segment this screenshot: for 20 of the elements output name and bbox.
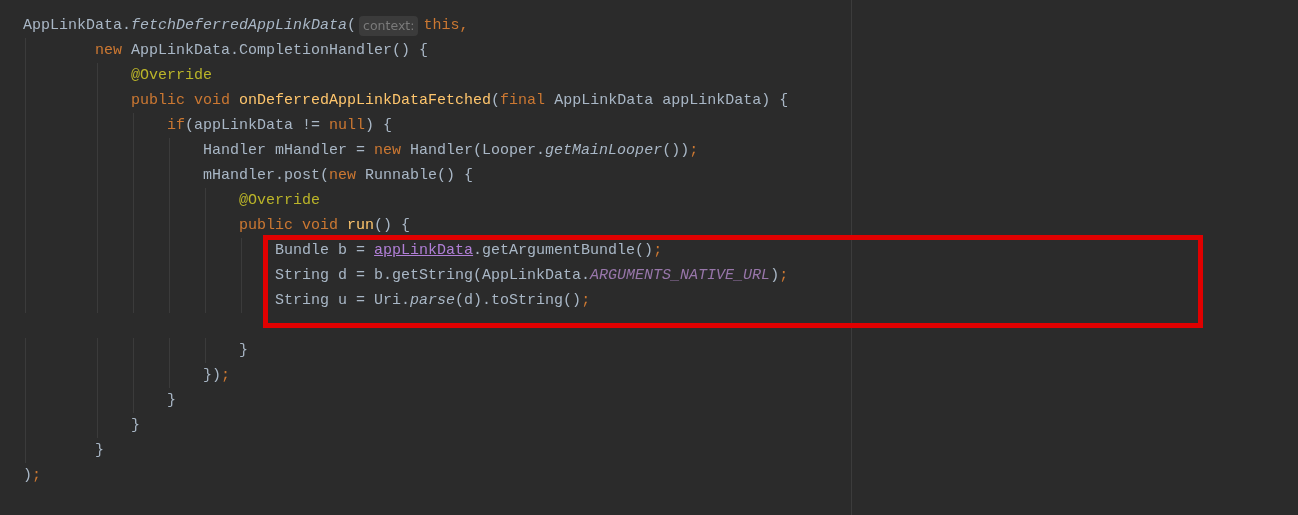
parameter-hint: context: bbox=[359, 15, 419, 36]
code-text: String u = Uri.parse(d).toString(); bbox=[274, 291, 591, 311]
code-text: Handler mHandler = new Handler(Looper.getMainLooper()); bbox=[202, 141, 699, 161]
code-text: if(appLinkData != null) { bbox=[166, 116, 393, 136]
code-text: this, bbox=[423, 16, 469, 36]
code-text: @Override bbox=[238, 191, 321, 211]
code-text: String d = b.getString(AppLinkData.ARGUMENTS_NATIVE_URL); bbox=[274, 266, 789, 286]
code-text: public void run() { bbox=[238, 216, 411, 236]
code-text: } bbox=[238, 341, 249, 361]
code-text: } bbox=[94, 441, 104, 461]
code-text: }); bbox=[202, 366, 231, 386]
code-text: public void onDeferredAppLinkDataFetched(final AppLinkData appLinkData) { bbox=[130, 91, 789, 111]
code-text: new AppLinkData.CompletionHandler() { bbox=[94, 41, 429, 61]
code-text: } bbox=[130, 416, 141, 436]
code-text: } bbox=[166, 391, 177, 411]
code-text: AppLinkData.fetchDeferredAppLinkData( bbox=[23, 16, 357, 36]
code-text: mHandler.post(new Runnable() { bbox=[202, 166, 474, 186]
code-text: ); bbox=[23, 466, 42, 486]
code-text: @Override bbox=[130, 66, 213, 86]
code-text: Bundle b = appLinkData.getArgumentBundle(); bbox=[274, 241, 663, 261]
